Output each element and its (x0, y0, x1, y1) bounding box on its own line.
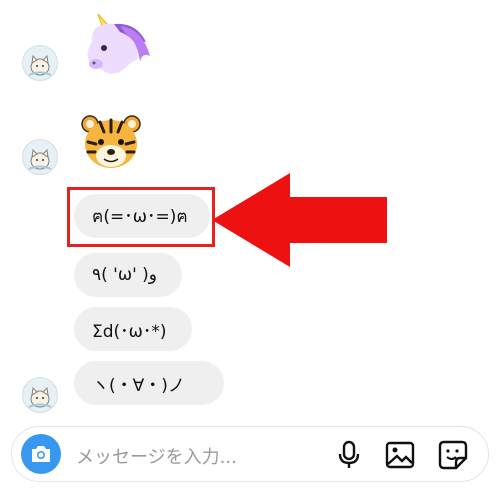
avatar[interactable] (22, 377, 58, 413)
message-text: ヽ(・∀・)ノ (92, 375, 185, 396)
camera-button[interactable] (21, 434, 61, 474)
avatar[interactable] (22, 139, 58, 175)
message-composer: メッセージを入力... (11, 426, 489, 482)
microphone-icon[interactable] (334, 440, 364, 470)
message-text: ٩( 'ω' )و (92, 265, 158, 285)
camera-icon (32, 446, 50, 462)
message-bubble[interactable]: Σd(･ω･*) (74, 307, 192, 351)
left-arrow-icon (212, 173, 387, 267)
message-input[interactable]: メッセージを入力... (76, 443, 237, 469)
highlight-box (67, 187, 215, 247)
unicorn-face-emoji[interactable] (80, 12, 152, 82)
message-bubble[interactable]: ٩( 'ω' )و (74, 253, 182, 297)
message-bubble[interactable]: ヽ(・∀・)ノ (74, 361, 224, 405)
message-text: Σd(･ω･*) (92, 321, 167, 342)
sticker-icon[interactable] (438, 440, 468, 470)
avatar[interactable] (22, 45, 58, 81)
tiger-face-emoji[interactable] (80, 112, 142, 176)
image-gallery-icon[interactable] (385, 440, 415, 470)
